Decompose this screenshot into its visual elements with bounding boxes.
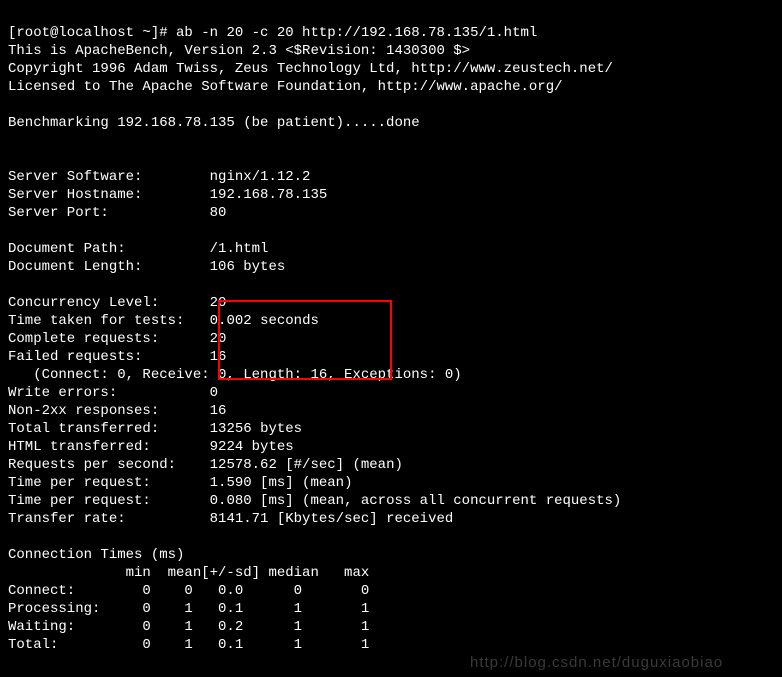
html-transferred-label: HTML transferred: bbox=[8, 439, 151, 455]
tpr2-label: Time per request: bbox=[8, 493, 151, 509]
tpr1-label: Time per request: bbox=[8, 475, 151, 491]
total-transferred-label: Total transferred: bbox=[8, 421, 159, 437]
non2xx-label: Non-2xx responses: bbox=[8, 403, 159, 419]
concurrency-value: 20 bbox=[210, 295, 227, 311]
document-length-value: 106 bytes bbox=[210, 259, 286, 275]
conn-times-waiting: Waiting: 0 1 0.2 1 1 bbox=[8, 619, 369, 635]
failed-requests-label: Failed requests: bbox=[8, 349, 142, 365]
non2xx-value: 16 bbox=[210, 403, 227, 419]
failed-detail: (Connect: 0, Receive: 0, Length: 16, Exc… bbox=[8, 367, 462, 383]
server-software-value: nginx/1.12.2 bbox=[210, 169, 311, 185]
shell-prompt: [root@localhost ~]# bbox=[8, 25, 176, 41]
intro-line-2: Copyright 1996 Adam Twiss, Zeus Technolo… bbox=[8, 61, 613, 77]
transfer-rate-value: 8141.71 [Kbytes/sec] received bbox=[210, 511, 454, 527]
server-port-label: Server Port: bbox=[8, 205, 109, 221]
conn-times-title: Connection Times (ms) bbox=[8, 547, 184, 563]
time-taken-value: 0.002 seconds bbox=[210, 313, 319, 329]
complete-requests-label: Complete requests: bbox=[8, 331, 159, 347]
terminal-output: [root@localhost ~]# ab -n 20 -c 20 http:… bbox=[0, 0, 782, 660]
conn-times-connect: Connect: 0 0 0.0 0 0 bbox=[8, 583, 369, 599]
intro-line-1: This is ApacheBench, Version 2.3 <$Revis… bbox=[8, 43, 470, 59]
conn-times-header: min mean[+/-sd] median max bbox=[8, 565, 369, 581]
html-transferred-value: 9224 bytes bbox=[210, 439, 294, 455]
conn-times-total: Total: 0 1 0.1 1 1 bbox=[8, 637, 369, 653]
document-path-label: Document Path: bbox=[8, 241, 126, 257]
rps-value: 12578.62 [#/sec] (mean) bbox=[210, 457, 403, 473]
document-length-label: Document Length: bbox=[8, 259, 142, 275]
complete-requests-value: 20 bbox=[210, 331, 227, 347]
time-taken-label: Time taken for tests: bbox=[8, 313, 184, 329]
tpr2-value: 0.080 [ms] (mean, across all concurrent … bbox=[210, 493, 622, 509]
conn-times-processing: Processing: 0 1 0.1 1 1 bbox=[8, 601, 369, 617]
write-errors-value: 0 bbox=[210, 385, 218, 401]
transfer-rate-label: Transfer rate: bbox=[8, 511, 126, 527]
server-hostname-value: 192.168.78.135 bbox=[210, 187, 328, 203]
write-errors-label: Write errors: bbox=[8, 385, 117, 401]
server-hostname-label: Server Hostname: bbox=[8, 187, 142, 203]
concurrency-label: Concurrency Level: bbox=[8, 295, 159, 311]
server-port-value: 80 bbox=[210, 205, 227, 221]
total-transferred-value: 13256 bytes bbox=[210, 421, 302, 437]
benchmark-line: Benchmarking 192.168.78.135 (be patient)… bbox=[8, 115, 420, 131]
command-line[interactable]: ab -n 20 -c 20 http://192.168.78.135/1.h… bbox=[176, 25, 537, 41]
intro-line-3: Licensed to The Apache Software Foundati… bbox=[8, 79, 563, 95]
watermark-text: http://blog.csdn.net/duguxiaobiao bbox=[470, 654, 723, 672]
server-software-label: Server Software: bbox=[8, 169, 142, 185]
failed-requests-value: 16 bbox=[210, 349, 227, 365]
document-path-value: /1.html bbox=[210, 241, 269, 257]
tpr1-value: 1.590 [ms] (mean) bbox=[210, 475, 353, 491]
rps-label: Requests per second: bbox=[8, 457, 176, 473]
